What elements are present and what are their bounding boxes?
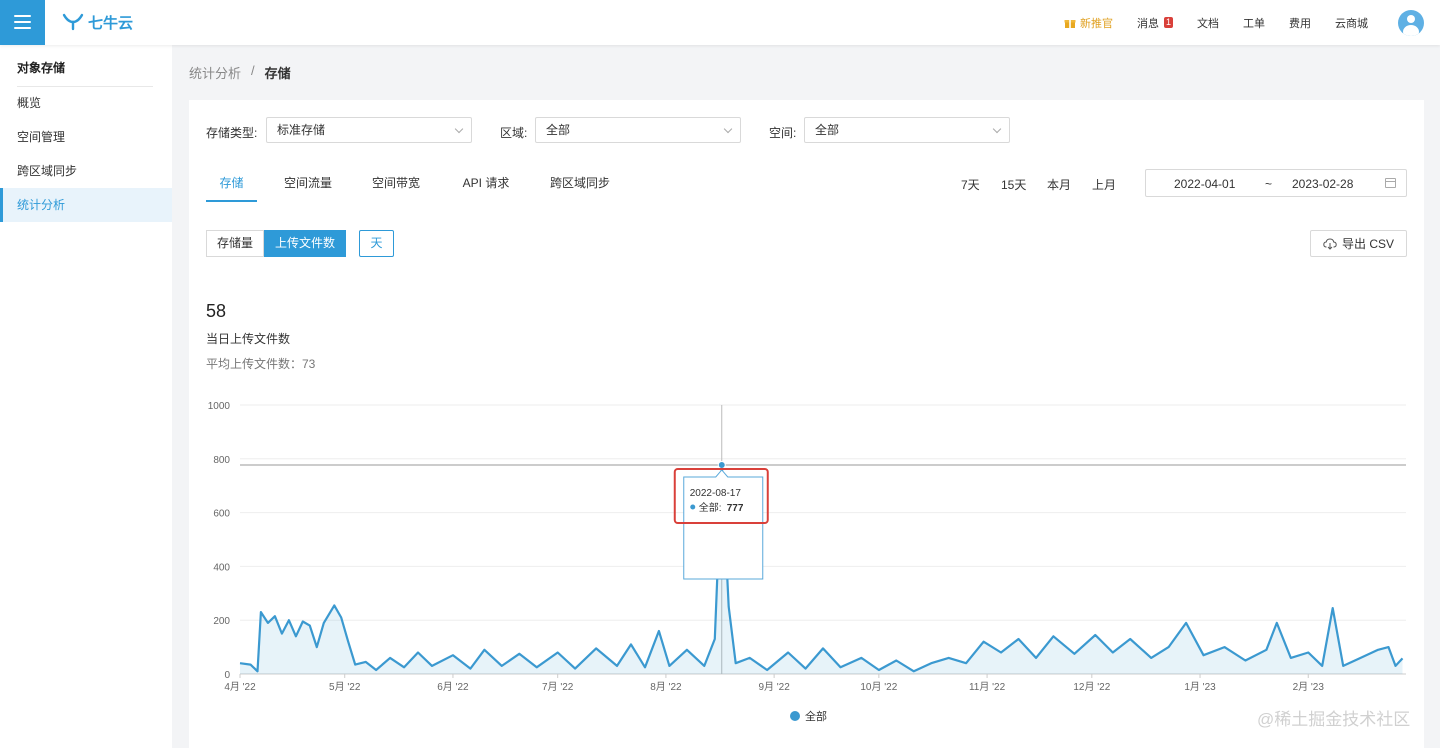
- tab-storage[interactable]: 存储: [206, 170, 257, 202]
- current-day-value: 58: [206, 301, 227, 321]
- space-select[interactable]: 全部: [804, 117, 1010, 143]
- nav-billing[interactable]: 费用: [1289, 15, 1311, 31]
- tab-space-bandwidth[interactable]: 空间带宽: [370, 170, 422, 202]
- average-uploads: 平均上传文件数：73: [206, 357, 316, 371]
- sidebar-item-statistics[interactable]: 统计分析: [0, 188, 172, 222]
- watermark: @稀土掘金技术社区: [1257, 710, 1411, 729]
- nav-messages-label: 消息: [1136, 17, 1159, 30]
- export-csv-label: 导出 CSV: [1341, 237, 1394, 251]
- breadcrumb-separator: /: [251, 63, 255, 78]
- range-last-month[interactable]: 上月: [1092, 176, 1116, 193]
- nav-promoter[interactable]: 新推官: [1064, 15, 1113, 31]
- tab-space-traffic[interactable]: 空间流量: [283, 170, 333, 202]
- message-count-badge: 1: [1163, 17, 1173, 28]
- top-nav-links: 新推官 消息 1 文档 工单 费用 云商城: [1064, 0, 1440, 45]
- range-15-days[interactable]: 15天: [1001, 176, 1026, 193]
- region-value: 全部: [546, 123, 571, 137]
- nav-docs[interactable]: 文档: [1197, 15, 1219, 31]
- cloud-download-icon: [1323, 237, 1337, 250]
- chevron-down-icon: [723, 124, 733, 134]
- upload-count-button[interactable]: 上传文件数: [264, 230, 347, 257]
- sidebar-item-cross-region-sync[interactable]: 跨区域同步: [0, 154, 172, 188]
- gift-icon: [1064, 19, 1076, 28]
- storage-type-select[interactable]: 标准存储: [266, 117, 472, 143]
- user-avatar[interactable]: [1398, 9, 1424, 36]
- sidebar-item-label: 统计分析: [17, 198, 66, 212]
- chevron-down-icon: [454, 124, 464, 134]
- nav-marketplace[interactable]: 云商城: [1335, 15, 1368, 31]
- sidebar-item-buckets[interactable]: 空间管理: [0, 120, 172, 154]
- storage-type-label: 存储类型:: [206, 126, 258, 140]
- breadcrumb-parent[interactable]: 统计分析: [189, 63, 241, 82]
- export-csv-button[interactable]: 导出 CSV: [1310, 230, 1407, 257]
- nav-tickets-label: 工单: [1243, 17, 1265, 30]
- metric-toggle: 存储量 上传文件数: [206, 230, 347, 257]
- nav-marketplace-label: 云商城: [1335, 17, 1368, 30]
- date-start: 2022-04-01: [1174, 177, 1236, 191]
- main-panel: 存储类型: 标准存储 区域: 全部 空间: 全部 存储 空间流量 空间带宽 AP…: [189, 100, 1424, 748]
- date-range-picker[interactable]: 2022-04-01 ~ 2023-02-28: [1145, 169, 1407, 197]
- sidebar-item-overview[interactable]: 概览: [0, 86, 172, 120]
- nav-docs-label: 文档: [1197, 17, 1219, 30]
- space-label: 空间:: [769, 126, 797, 140]
- nav-promoter-label: 新推官: [1079, 17, 1113, 30]
- tab-api-requests[interactable]: API 请求: [461, 170, 511, 202]
- date-end: 2023-02-28: [1292, 177, 1354, 191]
- granularity-day-button[interactable]: 天: [359, 230, 394, 257]
- sidebar: 对象存储 概览 空间管理 跨区域同步 统计分析: [0, 45, 172, 748]
- breadcrumb: 统计分析 / 存储: [189, 63, 291, 82]
- top-navbar: 七牛云 新推官 消息 1 文档 工单 费用 云商城: [0, 0, 1440, 45]
- qiniu-logo[interactable]: 七牛云: [62, 11, 133, 33]
- logo-text: 七牛云: [88, 14, 134, 32]
- calendar-icon: [1385, 178, 1396, 188]
- region-label: 区域:: [500, 126, 528, 140]
- sidebar-item-label: 概览: [17, 96, 42, 110]
- region-select[interactable]: 全部: [535, 117, 741, 143]
- nav-tickets[interactable]: 工单: [1243, 15, 1265, 31]
- nav-messages[interactable]: 消息 1: [1137, 15, 1173, 31]
- range-7-days[interactable]: 7天: [961, 176, 980, 193]
- date-separator: ~: [1265, 177, 1273, 191]
- space-value: 全部: [815, 123, 840, 137]
- breadcrumb-current: 存储: [264, 66, 291, 81]
- storage-type-value: 标准存储: [277, 123, 326, 137]
- current-day-label: 当日上传文件数: [206, 332, 291, 346]
- sidebar-title: 对象存储: [17, 61, 66, 75]
- hamburger-menu-button[interactable]: [0, 0, 45, 45]
- qiniu-logo-icon: [62, 13, 84, 31]
- nav-billing-label: 费用: [1289, 17, 1311, 30]
- chevron-down-icon: [992, 124, 1002, 134]
- sidebar-item-label: 空间管理: [17, 130, 66, 144]
- tab-cross-region-sync[interactable]: 跨区域同步: [549, 170, 611, 202]
- range-this-month[interactable]: 本月: [1047, 176, 1071, 193]
- storage-volume-button[interactable]: 存储量: [206, 230, 265, 257]
- sidebar-item-label: 跨区域同步: [17, 164, 78, 178]
